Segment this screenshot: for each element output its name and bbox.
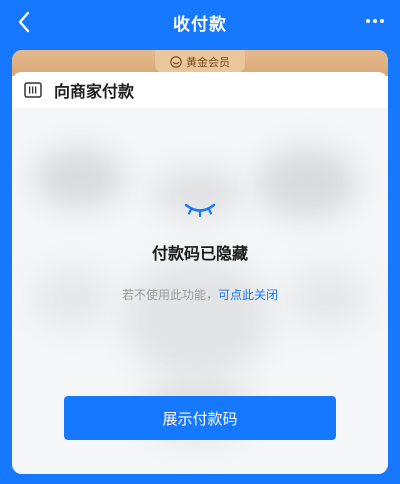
- code-hidden-panel: 付款码已隐藏 若不使用此功能，可点此关闭: [12, 200, 388, 303]
- back-button[interactable]: [12, 8, 36, 36]
- more-dots-icon: [365, 18, 385, 24]
- code-hidden-title: 付款码已隐藏: [151, 244, 248, 263]
- barcode-icon: [24, 81, 42, 99]
- disable-hint-text: 若不使用此功能，: [121, 288, 218, 302]
- merchant-pay-label: 向商家付款: [54, 82, 135, 101]
- show-payment-code-button[interactable]: 展示付款码: [64, 396, 336, 440]
- smile-badge-icon: [170, 56, 182, 68]
- blurred-shape: [34, 148, 124, 208]
- page-title: 收付款: [173, 14, 227, 35]
- disable-link[interactable]: 可点此关闭: [218, 288, 278, 302]
- merchant-pay-header[interactable]: 向商家付款: [12, 72, 388, 108]
- top-bar: 收付款: [0, 0, 400, 44]
- closed-eye-icon: [182, 200, 218, 220]
- membership-badge[interactable]: 黄金会员: [155, 50, 245, 74]
- payment-card: 黄金会员 向商家付款 付款码已隐藏 若不使用此功能，可点此关闭 展示付款码: [12, 50, 388, 474]
- membership-label: 黄金会员: [186, 56, 230, 69]
- disable-hint: 若不使用此功能，可点此关闭: [122, 286, 278, 303]
- more-button[interactable]: [364, 10, 386, 32]
- chevron-left-icon: [17, 11, 31, 33]
